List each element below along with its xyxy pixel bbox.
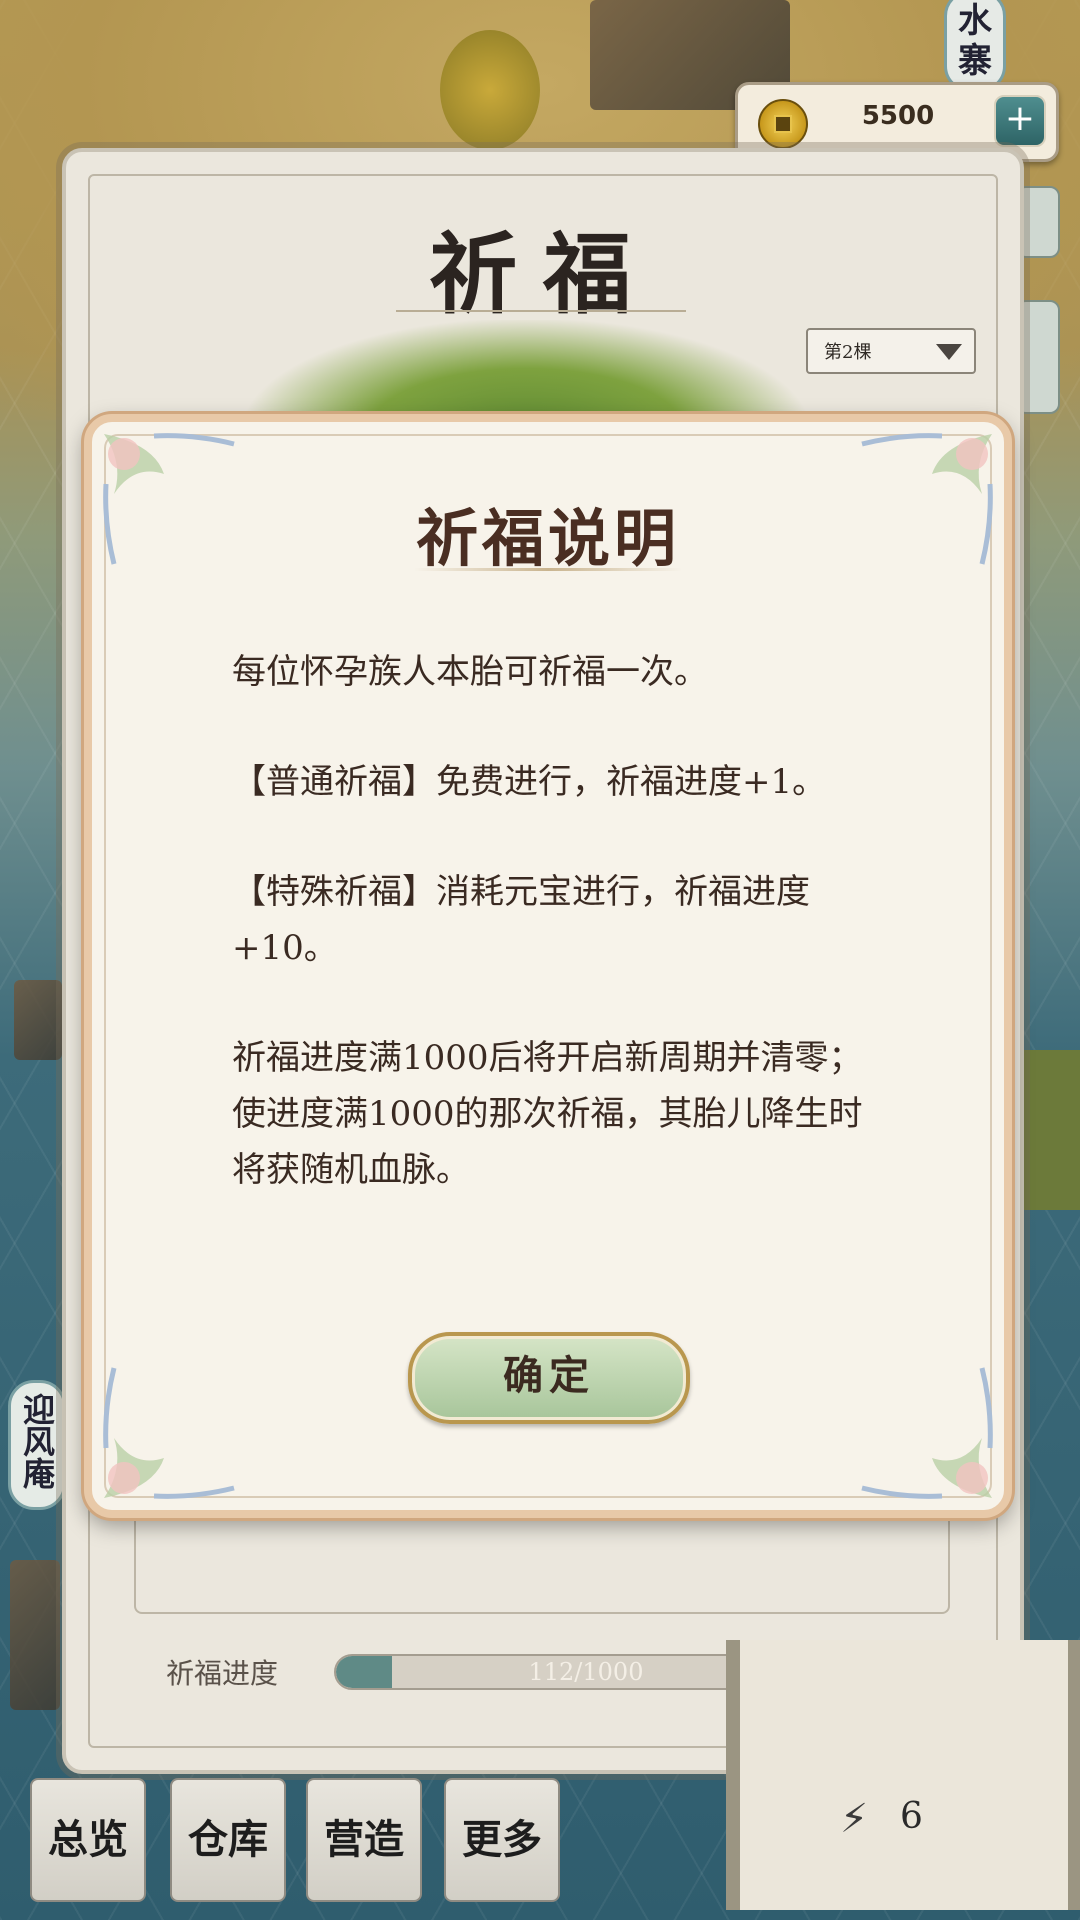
place-label-text: 水寨 [958,1,992,81]
add-gold-button[interactable]: + [994,95,1046,147]
flower-ornament-icon [861,1367,993,1499]
side-label-text: 迎风庵 [18,1393,56,1489]
map-town-left[interactable] [14,980,62,1060]
gold-value: 5500 [861,101,935,131]
place-label-water-fort[interactable]: 水寨 [944,0,1006,92]
blessing-info-dialog: 祈福说明 每位怀孕族人本胎可祈福一次。 【普通祈福】免费进行，祈福进度+1。 【… [84,414,1012,1518]
tree-select-value: 第2棵 [824,342,872,363]
rule-paragraph: 祈福进度满1000后将开启新周期并清零；使进度满1000的那次祈福，其胎儿降生时… [232,1038,863,1190]
chevron-down-icon [936,344,962,360]
nav-warehouse-button[interactable]: 仓库 [170,1778,286,1902]
tree-select-dropdown[interactable]: 第2棵 [806,328,976,374]
rule-paragraph: 【特殊祈福】消耗元宝进行，祈福进度+10。 [232,872,810,968]
map-tree [440,30,540,150]
progress-label: 祈福进度 [166,1657,279,1690]
panel-title-divider [396,310,686,312]
status-scroll [726,1640,1080,1910]
nav-overview-button[interactable]: 总览 [30,1778,146,1902]
energy-value: 6 [900,1796,923,1837]
confirm-button[interactable]: 确定 [408,1332,690,1424]
place-label-yingfeng-temple[interactable]: 迎风庵 [8,1380,66,1510]
coin-icon [758,99,808,149]
dialog-title-underline [414,568,682,571]
nav-build-button[interactable]: 营造 [306,1778,422,1902]
panel-content-box [134,1502,950,1614]
map-town-bottom-left[interactable] [10,1560,60,1710]
lightning-icon: ⚡ [840,1796,869,1842]
rule-paragraph: 【普通祈福】免费进行，祈福进度+1。 [232,762,827,802]
flower-ornament-icon [103,1367,235,1499]
nav-more-button[interactable]: 更多 [444,1778,560,1902]
dialog-body: 每位怀孕族人本胎可祈福一次。 【普通祈福】免费进行，祈福进度+1。 【特殊祈福】… [232,644,872,1252]
dialog-title: 祈福说明 [415,502,680,575]
rule-paragraph: 每位怀孕族人本胎可祈福一次。 [232,652,708,692]
